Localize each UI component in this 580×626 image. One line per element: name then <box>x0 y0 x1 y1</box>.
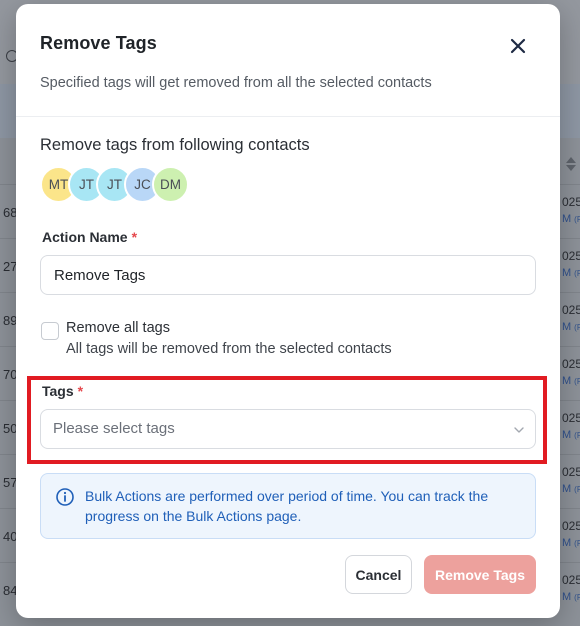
row-date-fragment: 025 <box>562 465 580 479</box>
row-extra-text: (F <box>574 485 580 494</box>
remove-all-tags-label: Remove all tags <box>66 320 170 336</box>
row-time-text: M <box>562 483 572 495</box>
row-date-fragment: 025 <box>562 303 580 317</box>
row-time-fragment: M (F <box>562 375 580 387</box>
row-extra-text: (F <box>574 539 580 548</box>
row-time-text: M <box>562 213 572 225</box>
contacts-section-title: Remove tags from following contacts <box>40 136 310 154</box>
avatar: DM <box>152 166 189 203</box>
avatar-initials: JT <box>79 177 94 192</box>
info-icon <box>56 488 74 506</box>
remove-tags-modal: Remove Tags Specified tags will get remo… <box>16 4 560 618</box>
avatar-initials: MT <box>48 177 69 192</box>
row-time-fragment: M (F <box>562 429 580 441</box>
row-time-text: M <box>562 591 572 603</box>
row-extra-text: (F <box>574 593 580 602</box>
remove-tags-button[interactable]: Remove Tags <box>424 555 536 594</box>
action-name-label: Action Name * <box>42 229 137 245</box>
tags-label-text: Tags <box>42 383 74 399</box>
header-divider <box>16 116 560 117</box>
tags-select-placeholder: Please select tags <box>53 420 175 437</box>
row-time-text: M <box>562 267 572 279</box>
avatar-initials: DM <box>160 177 181 192</box>
tags-select[interactable]: Please select tags <box>40 409 536 449</box>
bulk-actions-info-banner: Bulk Actions are performed over period o… <box>40 473 536 539</box>
remove-all-tags-checkbox[interactable] <box>41 322 59 340</box>
row-date-fragment: 025 <box>562 249 580 263</box>
row-date-fragment: 025 <box>562 357 580 371</box>
row-time-fragment: M (F <box>562 591 580 603</box>
row-time-text: M <box>562 321 572 333</box>
row-time-fragment: M (F <box>562 213 580 225</box>
sort-icon <box>566 157 576 171</box>
row-time-fragment: M (F <box>562 537 580 549</box>
action-name-label-text: Action Name <box>42 229 128 245</box>
row-time-fragment: M (F <box>562 483 580 495</box>
row-time-text: M <box>562 375 572 387</box>
modal-subtitle: Specified tags will get removed from all… <box>40 75 432 91</box>
row-time-fragment: M (F <box>562 267 580 279</box>
row-extra-text: (F <box>574 215 580 224</box>
modal-title: Remove Tags <box>40 33 157 53</box>
close-icon[interactable] <box>506 34 530 58</box>
chevron-down-icon <box>514 427 524 433</box>
row-time-fragment: M (F <box>562 321 580 333</box>
tags-label: Tags * <box>42 383 83 399</box>
row-extra-text: (F <box>574 431 580 440</box>
row-date-fragment: 025 <box>562 573 580 587</box>
row-date-fragment: 025 <box>562 195 580 209</box>
action-name-input[interactable] <box>40 255 536 295</box>
avatar-initials: JT <box>107 177 122 192</box>
row-time-text: M <box>562 537 572 549</box>
row-extra-text: (F <box>574 377 580 386</box>
required-mark: * <box>77 383 84 399</box>
remove-all-tags-help: All tags will be removed from the select… <box>66 341 392 357</box>
row-time-text: M <box>562 429 572 441</box>
avatar-initials: JC <box>134 177 151 192</box>
row-extra-text: (F <box>574 323 580 332</box>
cancel-button[interactable]: Cancel <box>345 555 412 594</box>
required-mark: * <box>131 229 138 245</box>
row-date-fragment: 025 <box>562 411 580 425</box>
row-extra-text: (F <box>574 269 580 278</box>
row-date-fragment: 025 <box>562 519 580 533</box>
info-text: Bulk Actions are performed over period o… <box>85 488 489 524</box>
